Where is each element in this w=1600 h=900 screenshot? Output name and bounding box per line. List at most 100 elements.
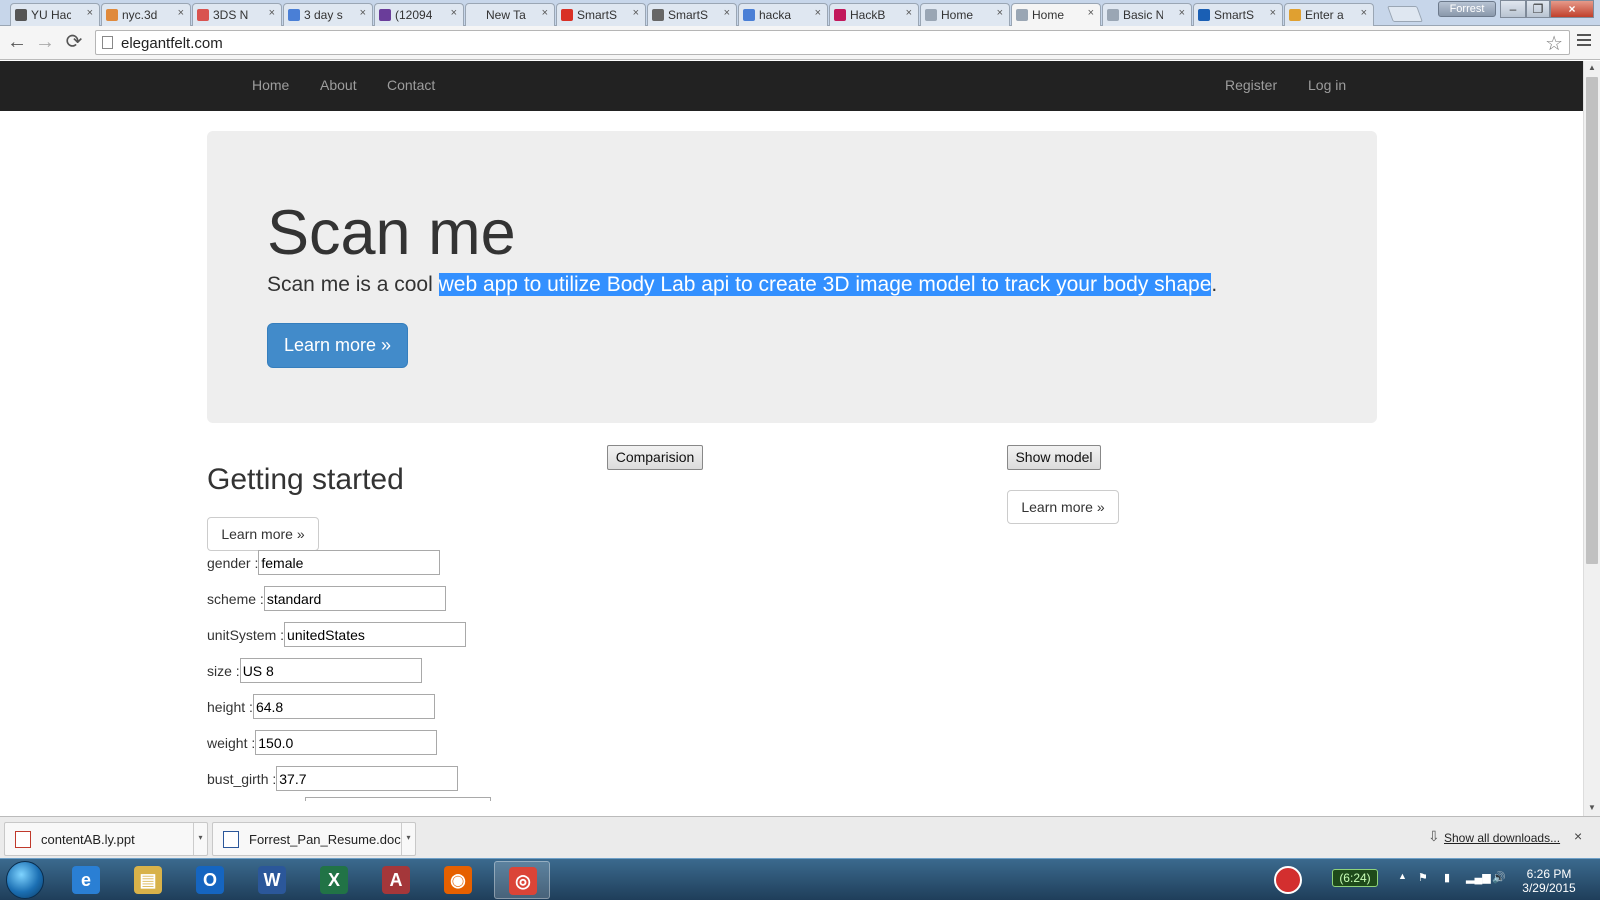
browser-tab[interactable]: YU Hac ×: [10, 3, 100, 26]
taskbar-app-excel[interactable]: X: [306, 861, 362, 899]
battery-indicator[interactable]: (6:24): [1332, 869, 1378, 887]
tab-close-icon[interactable]: ×: [269, 7, 275, 19]
comparison-button[interactable]: Comparision: [607, 445, 703, 470]
tab-close-icon[interactable]: ×: [1179, 7, 1185, 19]
minimize-button[interactable]: –: [1500, 0, 1526, 18]
tab-close-icon[interactable]: ×: [451, 7, 457, 19]
field-label: size :: [207, 662, 240, 679]
download-menu-icon[interactable]: ▾: [193, 823, 207, 855]
network-signal-icon[interactable]: ▂▄▆: [1466, 871, 1491, 884]
page-scrollbar[interactable]: ▲ ▼: [1583, 61, 1600, 816]
tab-close-icon[interactable]: ×: [178, 7, 184, 19]
browser-tab[interactable]: New Tab ×: [465, 3, 555, 26]
nav-contact-link[interactable]: Contact: [387, 77, 435, 93]
file-explorer-icon: ▤: [134, 866, 162, 894]
url-text[interactable]: elegantfelt.com: [121, 35, 223, 52]
start-button[interactable]: [6, 861, 44, 899]
field-input[interactable]: [255, 730, 438, 755]
field-input[interactable]: [239, 658, 422, 683]
browser-tab[interactable]: HackB ×: [829, 3, 919, 26]
field-input[interactable]: [305, 797, 491, 801]
field-input[interactable]: [258, 550, 441, 575]
taskbar-app-word[interactable]: W: [244, 861, 300, 899]
reload-icon[interactable]: ⟳: [62, 31, 86, 53]
tab-close-icon[interactable]: ×: [906, 7, 912, 19]
browser-tab[interactable]: hacka ×: [738, 3, 828, 26]
browser-tab[interactable]: SmartS ×: [1193, 3, 1283, 26]
show-model-button[interactable]: Show model: [1007, 445, 1101, 470]
back-icon[interactable]: ←: [5, 31, 29, 53]
browser-tab[interactable]: SmartS ×: [556, 3, 646, 26]
doc-file-icon: [223, 831, 239, 848]
download-menu-icon[interactable]: ▾: [401, 823, 415, 855]
tab-close-icon[interactable]: ×: [1270, 7, 1276, 19]
tab-label: SmartS: [668, 8, 708, 22]
tab-close-icon[interactable]: ×: [997, 7, 1003, 19]
field-input[interactable]: [252, 694, 435, 719]
browser-tab[interactable]: 3 day s ×: [283, 3, 373, 26]
field-input[interactable]: [263, 586, 446, 611]
taskbar-app-outlook[interactable]: O: [182, 861, 238, 899]
window-close-button[interactable]: ×: [1550, 0, 1594, 18]
browser-tab[interactable]: Home ×: [1011, 3, 1101, 26]
close-shelf-icon[interactable]: ×: [1574, 828, 1582, 844]
address-bar[interactable]: elegantfelt.com ☆: [95, 30, 1570, 55]
browser-tab[interactable]: SmartS ×: [647, 3, 737, 26]
tab-favicon-icon: [470, 9, 482, 21]
tab-label: Enter a: [1305, 8, 1344, 22]
tab-label: New Tab: [486, 8, 526, 22]
taskbar-app-firefox[interactable]: ◉: [430, 861, 486, 899]
tab-label: SmartS: [1214, 8, 1254, 22]
nav-login-link[interactable]: Log in: [1308, 77, 1346, 93]
bookmark-star-icon[interactable]: ☆: [1545, 31, 1563, 56]
browser-tab[interactable]: 3DS N ×: [192, 3, 282, 26]
system-clock[interactable]: 6:26 PM 3/29/2015: [1514, 867, 1584, 895]
page-viewport: Home About Contact Register Log in Scan …: [0, 61, 1583, 816]
scrollbar-thumb[interactable]: [1586, 77, 1598, 564]
learn-more-right-button[interactable]: Learn more »: [1007, 490, 1119, 524]
nav-about-link[interactable]: About: [320, 77, 357, 93]
field-label: bust_girth :: [207, 770, 277, 787]
tab-close-icon[interactable]: ×: [87, 7, 93, 19]
maximize-button[interactable]: ❐: [1526, 0, 1550, 18]
new-tab-button[interactable]: [1387, 6, 1423, 22]
browser-tab[interactable]: Enter a ×: [1284, 3, 1374, 26]
browser-tab[interactable]: Basic N ×: [1102, 3, 1192, 26]
tab-favicon-icon: [106, 9, 118, 21]
nav-home-link[interactable]: Home: [252, 77, 289, 93]
field-input[interactable]: [276, 766, 459, 791]
taskbar-app-internet-explorer[interactable]: e: [58, 861, 114, 899]
tab-close-icon[interactable]: ×: [815, 7, 821, 19]
tab-close-icon[interactable]: ×: [360, 7, 366, 19]
browser-tab[interactable]: Home ×: [920, 3, 1010, 26]
tab-close-icon[interactable]: ×: [724, 7, 730, 19]
volume-icon[interactable]: 🔊: [1492, 871, 1506, 884]
chrome-menu-icon[interactable]: [1577, 34, 1591, 49]
power-icon[interactable]: ▮: [1444, 871, 1450, 884]
field-input[interactable]: [284, 622, 467, 647]
nav-register-link[interactable]: Register: [1225, 77, 1277, 93]
download-item-doc[interactable]: Forrest_Pan_Resume.doc ▾: [212, 822, 416, 856]
scroll-up-arrow-icon[interactable]: ▲: [1588, 63, 1596, 72]
tray-app-icon[interactable]: [1274, 866, 1302, 894]
download-shelf: contentAB.ly.ppt ▾ Forrest_Pan_Resume.do…: [0, 816, 1600, 858]
show-hidden-icons-icon[interactable]: ▲: [1398, 871, 1407, 881]
show-all-downloads-link[interactable]: Show all downloads...: [1444, 831, 1560, 845]
scroll-down-arrow-icon[interactable]: ▼: [1588, 803, 1596, 812]
taskbar-app-file-explorer[interactable]: ▤: [120, 861, 176, 899]
taskbar-app-access[interactable]: A: [368, 861, 424, 899]
hero-learn-more-button[interactable]: Learn more »: [267, 323, 408, 368]
field-label: scheme :: [207, 590, 264, 607]
tab-close-icon[interactable]: ×: [633, 7, 639, 19]
tab-close-icon[interactable]: ×: [1361, 7, 1367, 19]
taskbar-app-chrome[interactable]: ◎: [494, 861, 550, 899]
browser-tab[interactable]: (12094 ×: [374, 3, 464, 26]
profile-button[interactable]: Forrest: [1438, 1, 1496, 17]
download-item-ppt[interactable]: contentAB.ly.ppt ▾: [4, 822, 208, 856]
action-center-flag-icon[interactable]: ⚑: [1418, 871, 1428, 884]
getting-started-learn-more-button[interactable]: Learn more »: [207, 517, 319, 551]
tab-close-icon[interactable]: ×: [1088, 7, 1094, 19]
tab-close-icon[interactable]: ×: [542, 7, 548, 19]
browser-tab[interactable]: nyc.3d ×: [101, 3, 191, 26]
forward-icon[interactable]: →: [33, 31, 57, 53]
